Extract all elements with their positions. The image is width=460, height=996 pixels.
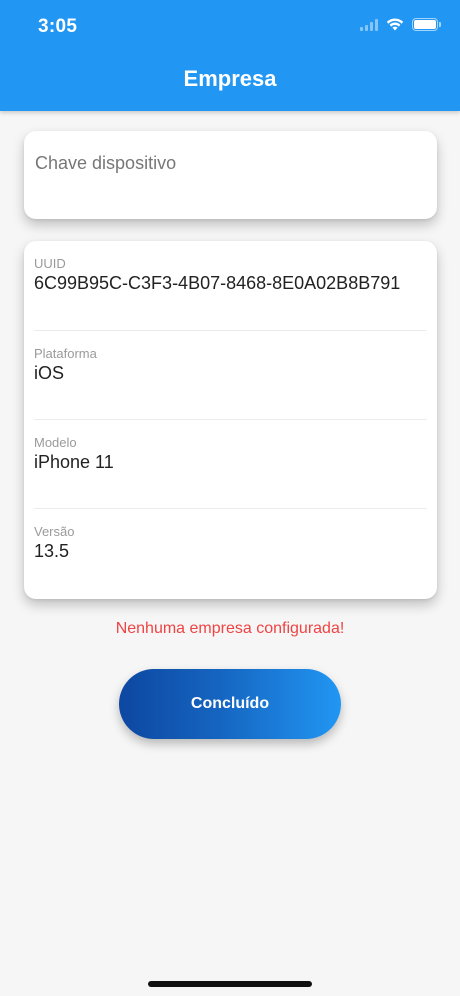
info-row-model: Modelo iPhone 11 bbox=[34, 420, 427, 509]
battery-icon bbox=[412, 18, 441, 31]
cellular-signal-icon bbox=[360, 18, 378, 31]
done-button[interactable]: Concluído bbox=[119, 669, 341, 739]
home-indicator bbox=[148, 981, 312, 987]
info-row-version: Versão 13.5 bbox=[34, 509, 427, 598]
info-row-uuid: UUID 6C99B95C-C3F3-4B07-8468-8E0A02B8B79… bbox=[34, 241, 427, 330]
info-value: iPhone 11 bbox=[34, 452, 114, 472]
info-label: Plataforma bbox=[34, 346, 97, 361]
device-key-input[interactable] bbox=[35, 153, 426, 174]
wifi-icon bbox=[386, 18, 404, 31]
info-row-platform: Plataforma iOS bbox=[34, 331, 427, 420]
screen: 3:05 Empresa UUID 6C99B95C-C3F3-4B07-846… bbox=[0, 0, 460, 996]
info-value: 6C99B95C-C3F3-4B07-8468-8E0A02B8B791 bbox=[34, 273, 401, 293]
status-time: 3:05 bbox=[38, 16, 78, 37]
info-value: iOS bbox=[34, 363, 65, 383]
page-title: Empresa bbox=[183, 66, 277, 91]
app-header: 3:05 Empresa bbox=[0, 0, 460, 111]
device-key-card bbox=[24, 131, 437, 219]
device-info-card: UUID 6C99B95C-C3F3-4B07-8468-8E0A02B8B79… bbox=[24, 241, 437, 599]
error-message: Nenhuma empresa configurada! bbox=[115, 620, 345, 637]
status-icons bbox=[360, 18, 441, 31]
info-label: UUID bbox=[34, 256, 66, 271]
info-label: Versão bbox=[34, 524, 75, 539]
info-label: Modelo bbox=[34, 435, 77, 450]
info-value: 13.5 bbox=[34, 541, 70, 561]
